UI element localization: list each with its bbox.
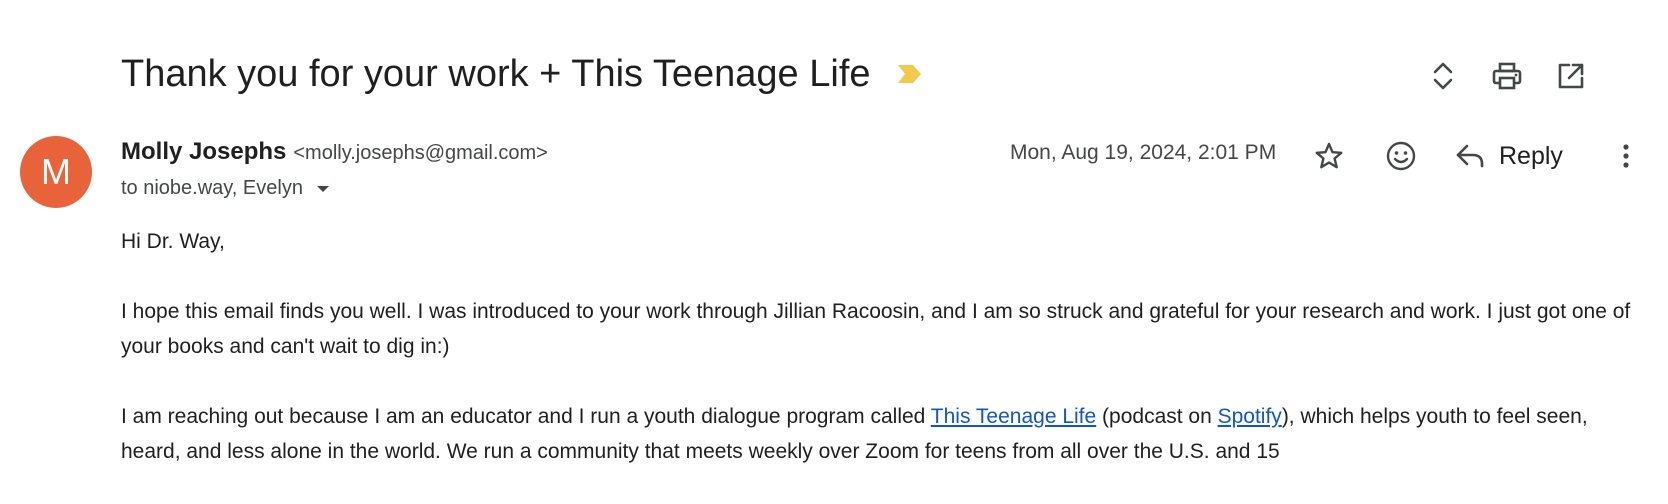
- email-date: Mon, Aug 19, 2024, 2:01 PM: [1010, 141, 1277, 164]
- sender-name[interactable]: Molly Josephs: [121, 138, 286, 166]
- body-text-segment: (podcast on: [1096, 405, 1218, 428]
- unfold-icon: [1431, 60, 1455, 92]
- reply-button[interactable]: Reply: [1455, 136, 1563, 176]
- spotify-link[interactable]: Spotify: [1218, 405, 1282, 428]
- open-in-new-icon: [1557, 62, 1585, 90]
- important-marker-icon[interactable]: [897, 64, 923, 84]
- avatar[interactable]: M: [20, 136, 92, 208]
- reply-icon: [1455, 143, 1485, 169]
- print-button[interactable]: [1487, 56, 1527, 96]
- body-paragraph-2: I am reaching out because I am an educat…: [121, 399, 1641, 469]
- print-icon: [1492, 62, 1522, 90]
- email-subject: Thank you for your work + This Teenage L…: [121, 48, 923, 100]
- body-paragraph-1: I hope this email finds you well. I was …: [121, 300, 1631, 358]
- open-in-new-window-button[interactable]: [1551, 56, 1591, 96]
- reply-label: Reply: [1499, 141, 1563, 170]
- star-button[interactable]: [1309, 136, 1349, 176]
- caret-down-icon[interactable]: [315, 184, 331, 194]
- avatar-initial: M: [41, 151, 71, 192]
- add-reaction-button[interactable]: [1379, 134, 1423, 178]
- expand-all-button[interactable]: [1423, 56, 1463, 96]
- emoji-icon: [1385, 140, 1417, 172]
- sender-email[interactable]: <molly.josephs@gmail.com>: [293, 142, 547, 165]
- recipients-line: to niobe.way, Evelyn: [121, 177, 331, 200]
- more-vert-icon: [1622, 143, 1630, 169]
- sender-info: Molly Josephs <molly.josephs@gmail.com>: [121, 138, 548, 166]
- more-options-button[interactable]: [1606, 136, 1646, 176]
- greeting: Hi Dr. Way,: [121, 230, 225, 253]
- subject-text: Thank you for your work + This Teenage L…: [121, 53, 871, 95]
- recipients-text: to niobe.way, Evelyn: [121, 177, 303, 199]
- body-text-segment: I am reaching out because I am an educat…: [121, 405, 931, 428]
- this-teenage-life-link[interactable]: This Teenage Life: [931, 405, 1096, 428]
- email-body: Hi Dr. Way, I hope this email finds you …: [121, 224, 1641, 504]
- star-icon: [1314, 141, 1344, 171]
